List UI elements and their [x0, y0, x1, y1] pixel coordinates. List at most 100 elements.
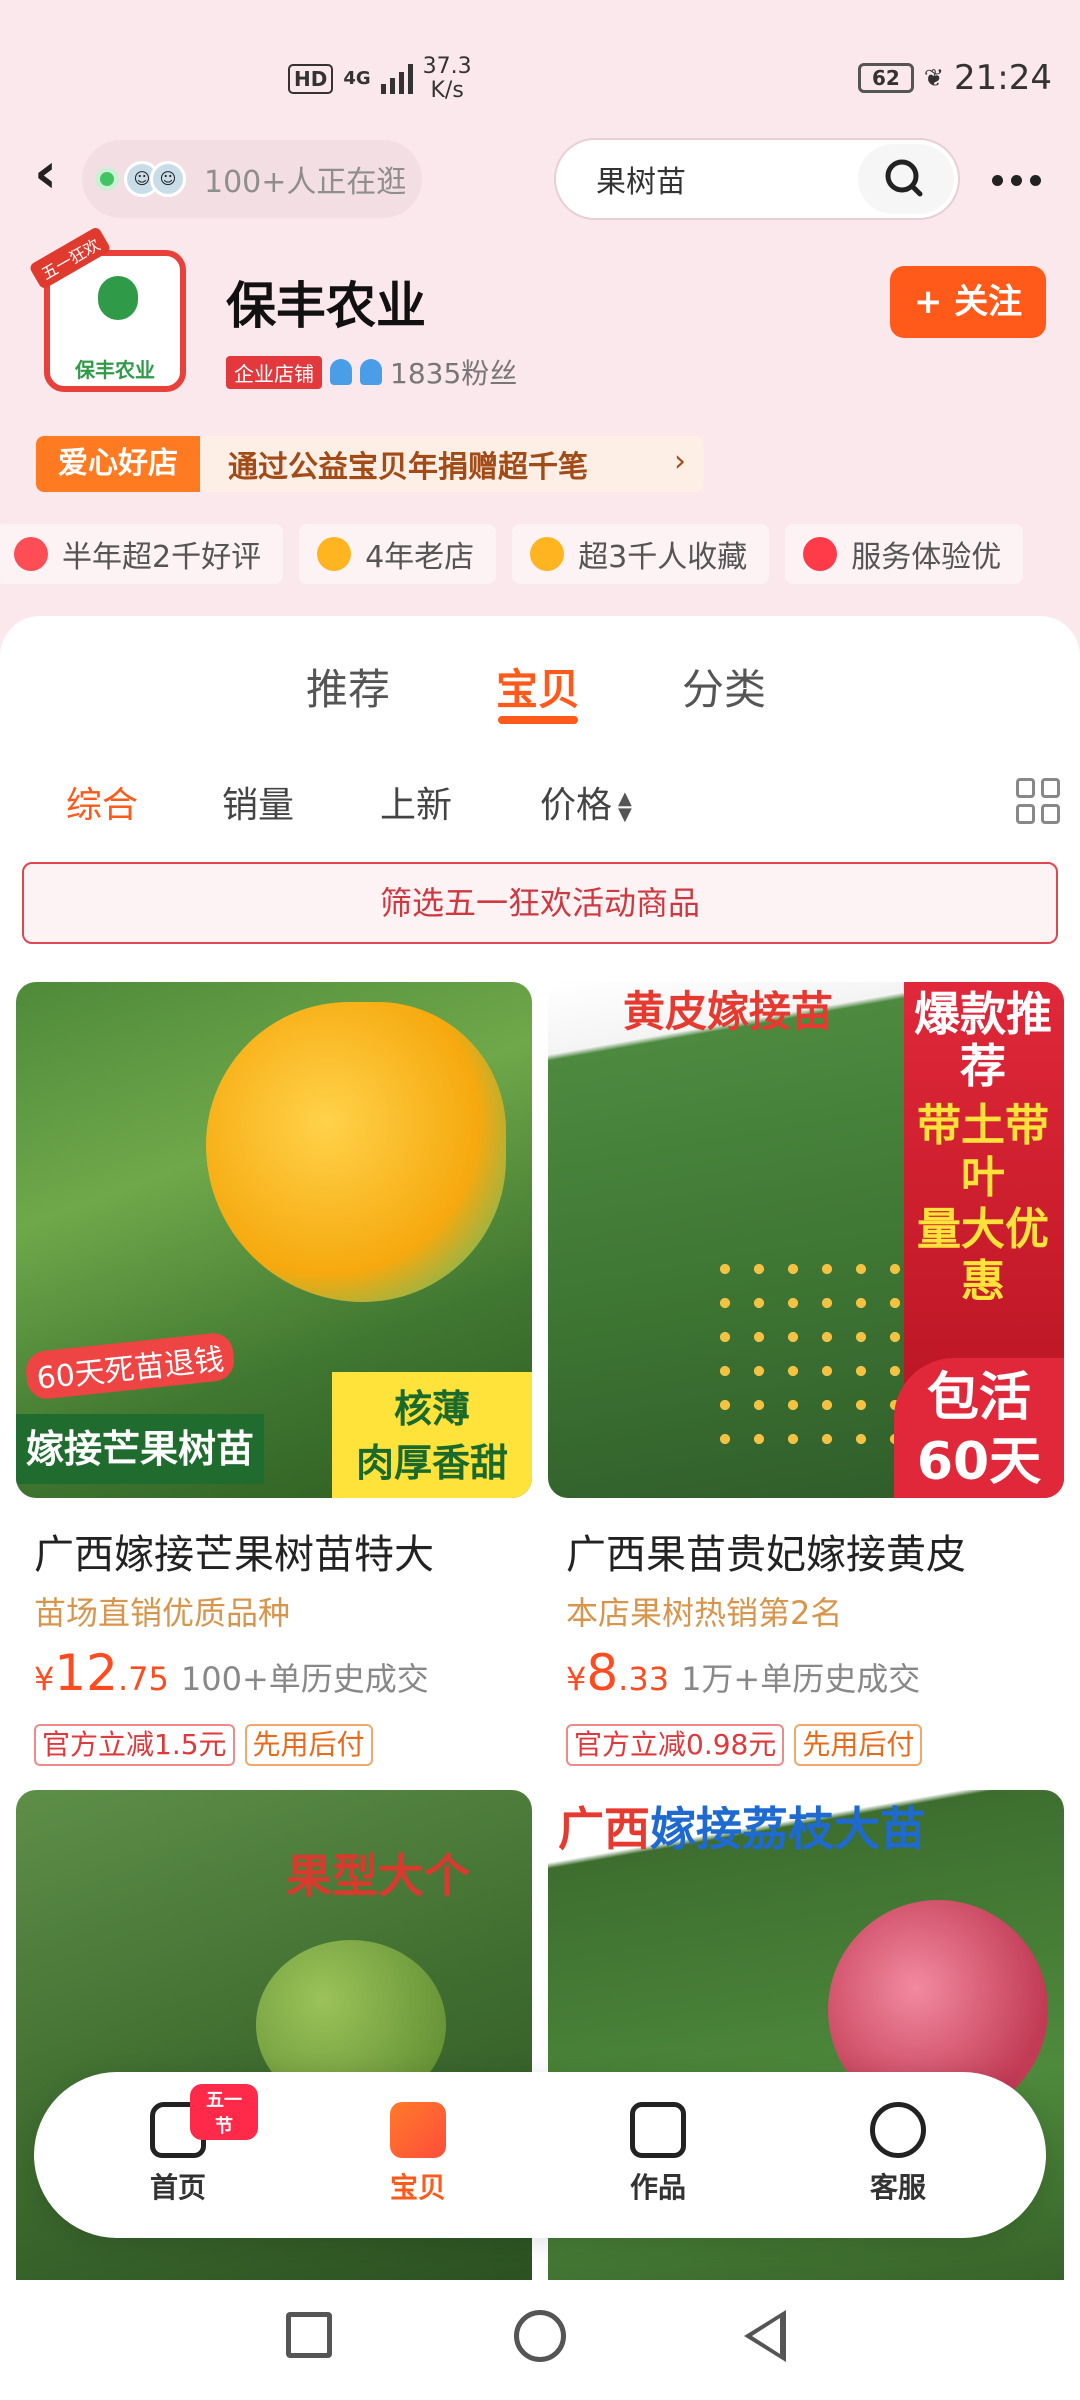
tab-recommend[interactable]: 推荐 — [306, 656, 390, 717]
discount-tag: 官方立减1.5元 — [34, 1724, 235, 1766]
mango-fruit — [206, 1002, 506, 1302]
product-subtitle: 本店果树热销第2名 — [566, 1594, 843, 1632]
fans-count: 1835粉丝 — [390, 357, 518, 390]
eco-leaf-icon: ❦ — [923, 64, 945, 92]
product-title: 广西果苗贵妃嫁接黄皮 — [566, 1532, 966, 1578]
filter-button[interactable]: 筛选五一狂欢活动商品 — [22, 862, 1058, 944]
bag-icon — [390, 2102, 446, 2158]
network-type: 4G — [343, 68, 371, 89]
back-icon[interactable]: ‹ — [34, 146, 78, 204]
love-shop-banner[interactable]: 爱心好店 通过公益宝贝年捐赠超千笔 › — [36, 436, 704, 492]
back-triangle-icon[interactable] — [744, 2310, 786, 2362]
bottom-nav: 五一节 首页 宝贝 作品 客服 — [34, 2072, 1046, 2238]
battery-icon: 62 — [857, 63, 914, 93]
sort-price[interactable]: 价格 ▲ ▼ — [540, 776, 632, 828]
sort-sales[interactable]: 销量 — [222, 776, 294, 828]
sort-bar: 综合 销量 上新 价格 ▲ ▼ — [0, 776, 1080, 836]
image-guarantee: 包活 60天 — [894, 1358, 1064, 1498]
works-icon — [630, 2102, 686, 2158]
nav-customer-service[interactable]: 客服 — [818, 2102, 978, 2206]
avatar: ☺ — [150, 161, 186, 197]
price-row: ¥ 8 .33 1万+单历史成交 — [566, 1644, 920, 1702]
network-speed: 37.3 K/s — [422, 54, 472, 103]
sort-comprehensive[interactable]: 综合 — [66, 776, 138, 828]
star-icon — [530, 537, 565, 571]
search-icon — [885, 159, 923, 197]
love-text: 通过公益宝贝年捐赠超千笔 — [228, 450, 588, 485]
image-headline: 黄皮嫁接苗 — [622, 987, 833, 1036]
clock: 21:24 — [954, 58, 1052, 98]
pay-later-tag: 先用后付 — [794, 1724, 923, 1766]
logo-text: 保丰农业 — [75, 358, 155, 382]
shop-meta: 企业店铺 1835粉丝 — [226, 352, 517, 392]
search-box[interactable] — [554, 138, 960, 220]
product-tags: 官方立减1.5元 先用后付 — [34, 1724, 373, 1766]
nav-home[interactable]: 五一节 首页 — [98, 2084, 258, 2206]
more-icon[interactable] — [992, 155, 1041, 205]
price-integer: 8 — [586, 1644, 619, 1702]
product-card[interactable]: 60天死苗退钱 嫁接芒果树苗 核薄 肉厚香甜 广西嫁接芒果树苗特大 苗场直销优质品… — [16, 982, 532, 1766]
currency: ¥ — [566, 1660, 587, 1698]
status-left: HD 4G 37.3 K/s — [288, 55, 472, 103]
customer-service-icon — [870, 2102, 926, 2158]
price-decimal: .33 — [618, 1660, 670, 1698]
love-tag: 爱心好店 — [36, 436, 200, 492]
status-bar: HD 4G 37.3 K/s 62 ❦ 21:24 — [0, 0, 1080, 150]
follow-button[interactable]: + 关注 — [890, 266, 1046, 338]
discount-tag: 官方立减0.98元 — [566, 1724, 785, 1766]
visitor-avatars: ☺ ☺ — [124, 161, 186, 197]
shop-logo[interactable]: 保丰农业 五一狂欢 — [28, 225, 194, 396]
currency: ¥ — [34, 1660, 55, 1698]
signal-icon — [380, 64, 413, 94]
chip-favorites[interactable]: 超3千人收藏 — [512, 524, 770, 584]
product-subtitle: 苗场直销优质品种 — [34, 1594, 291, 1632]
nav-badge: 五一节 — [190, 2084, 258, 2140]
tab-products[interactable]: 宝贝 — [496, 656, 580, 717]
nav-label: 宝贝 — [389, 2171, 446, 2204]
hd-icon: HD — [288, 64, 334, 94]
nav-label: 客服 — [869, 2171, 926, 2204]
sold-count: 1万+单历史成交 — [681, 1660, 921, 1698]
tab-category[interactable]: 分类 — [682, 656, 766, 717]
product-image[interactable]: 60天死苗退钱 嫁接芒果树苗 核薄 肉厚香甜 — [16, 982, 532, 1498]
search-button[interactable] — [858, 144, 954, 214]
price-integer: 12 — [54, 1644, 118, 1702]
tree-icon — [98, 276, 138, 320]
sold-count: 100+单历史成交 — [180, 1660, 429, 1698]
grid-view-icon[interactable] — [1016, 778, 1060, 824]
sort-arrows-icon: ▲ ▼ — [618, 788, 632, 825]
nav-products[interactable]: 宝贝 — [338, 2102, 498, 2206]
status-right: 62 ❦ 21:24 — [857, 58, 1052, 98]
live-dot — [100, 172, 114, 186]
chip-reviews[interactable]: 半年超2千好评 — [0, 524, 284, 584]
recent-apps-icon[interactable] — [286, 2312, 332, 2358]
image-headline: 广西嫁接荔枝大苗 — [558, 1802, 926, 1856]
feature-chips: 半年超2千好评 4年老店 超3千人收藏 服务体验优 — [0, 524, 1080, 584]
price-row: ¥ 12 .75 100+单历史成交 — [34, 1644, 429, 1702]
enterprise-badge: 企业店铺 — [226, 355, 322, 389]
diamond-icon — [330, 359, 352, 385]
image-tag: 核薄 肉厚香甜 — [332, 1372, 532, 1498]
image-hot-label: 爆款推荐 — [914, 987, 1052, 1093]
shop-name[interactable]: 保丰农业 — [226, 266, 426, 338]
nav-label: 作品 — [629, 2171, 686, 2204]
product-image[interactable]: 黄皮嫁接苗 爆款推荐 带土带叶 量大优惠 包活 60天 — [548, 982, 1064, 1498]
product-card[interactable]: 黄皮嫁接苗 爆款推荐 带土带叶 量大优惠 包活 60天 广西果苗贵妃嫁接黄皮 本店果… — [548, 982, 1064, 1766]
image-badge: 60天死苗退钱 — [24, 1331, 237, 1401]
chip-service[interactable]: 服务体验优 — [785, 524, 1024, 584]
price-decimal: .75 — [117, 1660, 169, 1698]
tab-bar: 推荐 宝贝 分类 — [0, 616, 1080, 736]
search-input[interactable] — [596, 161, 846, 197]
home-button-icon[interactable] — [514, 2310, 566, 2362]
chip-old-shop[interactable]: 4年老店 — [299, 524, 497, 584]
image-banner: 嫁接芒果树苗 — [16, 1414, 265, 1484]
tab-indicator — [498, 716, 578, 724]
diamond-icon — [360, 359, 382, 385]
sort-new[interactable]: 上新 — [380, 776, 452, 828]
nav-works[interactable]: 作品 — [578, 2102, 738, 2206]
visitors-pill: ☺ ☺ 100+人正在逛 — [82, 140, 422, 218]
product-title: 广西嫁接芒果树苗特大 — [34, 1532, 434, 1578]
chevron-right-icon: › — [674, 444, 686, 479]
thumb-up-icon — [14, 537, 48, 571]
pay-later-tag: 先用后付 — [244, 1724, 373, 1766]
